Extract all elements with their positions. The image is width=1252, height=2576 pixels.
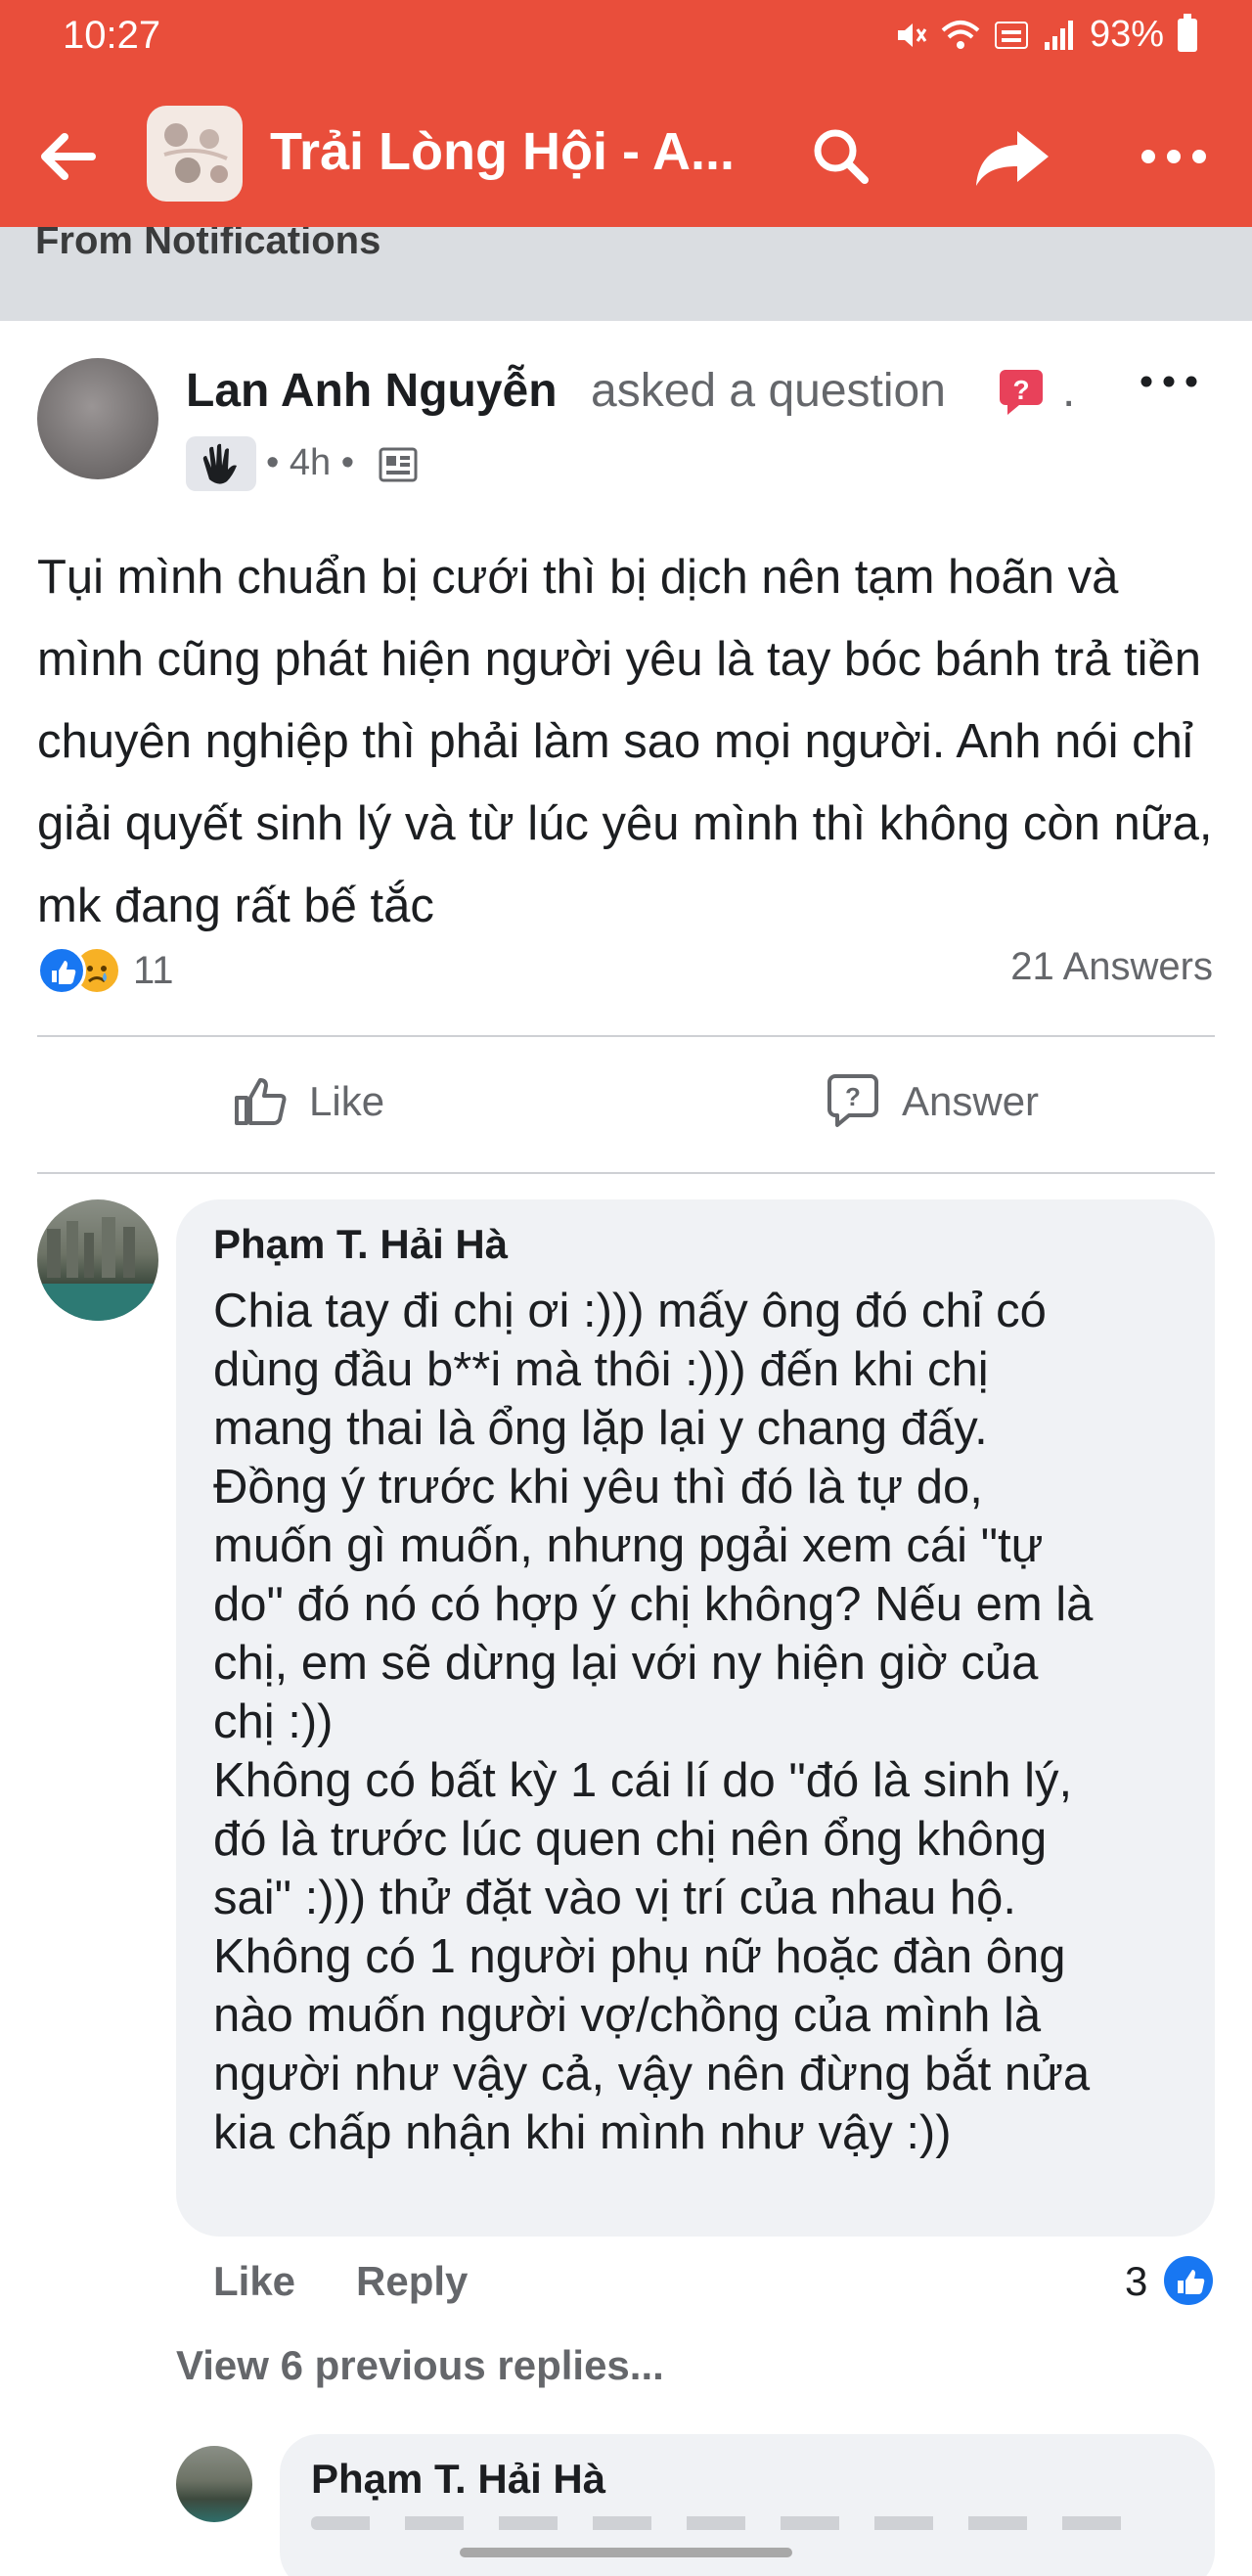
group-avatar[interactable]: [147, 106, 243, 202]
question-icon: ?: [1000, 370, 1043, 415]
comment-like-reaction-icon[interactable]: [1164, 2256, 1213, 2305]
app-bar: Trải Lòng Hội - A...: [0, 82, 1252, 227]
post-time: 4h: [289, 442, 332, 483]
divider: [37, 1035, 1215, 1037]
reply-author-avatar[interactable]: [176, 2446, 252, 2522]
back-arrow-icon[interactable]: [29, 117, 108, 196]
home-indicator[interactable]: [460, 2548, 792, 2557]
volte-icon: [994, 21, 1028, 49]
from-notifications-label: From Notifications: [35, 227, 381, 262]
group-privacy-icon: [379, 447, 418, 482]
battery-percent: 93%: [1089, 14, 1164, 55]
mute-icon: [897, 23, 927, 47]
status-icons: 93%: [894, 13, 1197, 56]
wifi-icon: [941, 20, 980, 49]
view-previous-replies[interactable]: View 6 previous replies...: [176, 2342, 664, 2389]
post-reactions[interactable]: 11: [37, 941, 174, 1000]
comment-like-button[interactable]: Like: [213, 2258, 295, 2305]
post-body: Tụi mình chuẩn bị cưới thì bị dịch nên t…: [37, 551, 1213, 932]
thumbs-up-icon: [235, 1078, 287, 1125]
status-bar: 10:27 93%: [0, 0, 1252, 82]
comment-actions: Like Reply: [213, 2258, 468, 2305]
comment-reaction-count[interactable]: 3: [1125, 2258, 1147, 2305]
reply-text-cutoff: [311, 2516, 1152, 2530]
post-meta: • 4h •: [266, 442, 355, 483]
battery-icon: [1178, 13, 1197, 52]
post-author-name[interactable]: Lan Anh Nguyễn: [186, 364, 558, 418]
post-action-text: asked a question: [591, 365, 946, 417]
answers-count[interactable]: 21 Answers: [1010, 945, 1213, 989]
notification-banner: From Notifications: [0, 227, 1252, 321]
wave-hand-icon: [202, 443, 237, 484]
post-author-avatar[interactable]: [37, 358, 158, 479]
comment-body: Chia tay đi chị ơi :))) mấy ông đó chỉ c…: [213, 1285, 1094, 2159]
answer-button[interactable]: ? Answer: [824, 1072, 1039, 1131]
answer-label: Answer: [902, 1078, 1040, 1124]
group-title[interactable]: Trải Lòng Hội - A...: [270, 121, 735, 182]
comment-author-name[interactable]: Phạm T. Hải Hà: [213, 1221, 508, 1268]
svg-text:?: ?: [1012, 375, 1029, 405]
reaction-count: 11: [133, 948, 174, 992]
share-icon[interactable]: [968, 117, 1056, 196]
status-time: 10:27: [63, 14, 161, 57]
member-badge: [186, 436, 256, 491]
divider: [37, 1172, 1215, 1174]
like-reaction-icon: [37, 946, 86, 995]
search-icon[interactable]: [802, 117, 880, 196]
svg-text:?: ?: [845, 1082, 861, 1111]
like-label: Like: [309, 1078, 385, 1124]
answer-question-icon: ?: [827, 1074, 878, 1127]
post-more-icon[interactable]: [1135, 362, 1203, 401]
comment-reply-button[interactable]: Reply: [356, 2258, 468, 2305]
signal-icon: [1044, 20, 1073, 50]
like-button[interactable]: Like: [231, 1072, 384, 1131]
more-icon[interactable]: [1135, 117, 1213, 196]
reply-author-name[interactable]: Phạm T. Hải Hà: [311, 2456, 605, 2503]
comment-author-avatar[interactable]: [37, 1199, 158, 1321]
separator-dot: .: [1062, 365, 1076, 417]
